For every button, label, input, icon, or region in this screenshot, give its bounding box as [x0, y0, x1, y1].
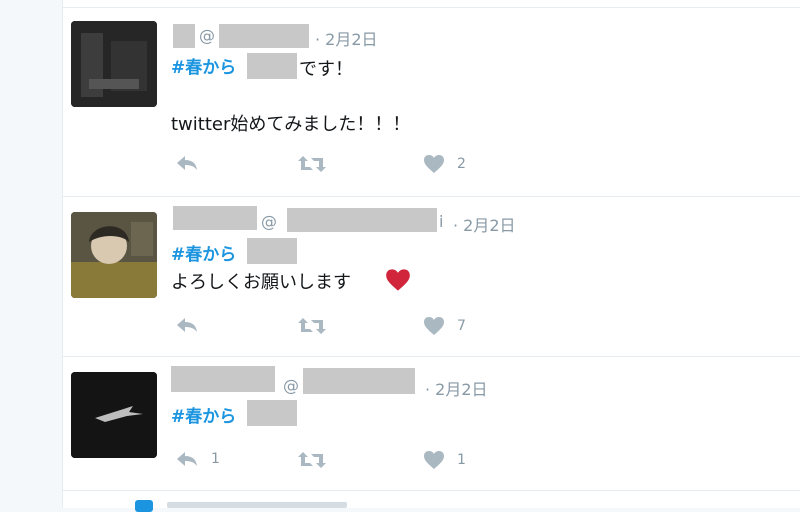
tweet-text-line1: です！	[299, 59, 353, 80]
retweet-button[interactable]	[297, 154, 339, 174]
tweet-date[interactable]: · 2月2日	[453, 212, 516, 236]
display-name-redacted	[173, 24, 195, 48]
reply-button[interactable]	[175, 154, 211, 172]
retweet-icon	[298, 156, 326, 172]
hashtag-link[interactable]: #春から	[171, 240, 236, 265]
retweet-icon	[298, 318, 326, 334]
tweet-date[interactable]: · 2月2日	[425, 376, 488, 400]
handle-prefix: @	[261, 212, 277, 231]
hashtag-link[interactable]: #春から	[171, 53, 236, 78]
tweet-1[interactable]: @ · 2月2日 #春から です！ twitter始めてみました！！！ 2	[63, 0, 800, 196]
avatar[interactable]	[71, 372, 157, 458]
like-button[interactable]: 7	[423, 316, 466, 336]
hashtag-redacted	[247, 400, 297, 426]
like-count: 7	[457, 318, 466, 334]
hashtag-link[interactable]: #春から	[171, 402, 236, 427]
reply-button[interactable]	[175, 316, 211, 334]
handle-prefix: @	[199, 26, 215, 45]
heart-icon	[424, 451, 444, 469]
reply-icon	[177, 156, 197, 170]
reply-button[interactable]: 1	[175, 450, 220, 468]
handle-prefix: @	[283, 376, 299, 395]
display-name-redacted	[173, 206, 257, 230]
handle-tail: i	[439, 212, 444, 231]
hashtag-redacted	[247, 238, 297, 264]
handle-redacted	[287, 208, 437, 232]
heart-icon	[424, 317, 444, 335]
retweet-icon	[298, 452, 326, 468]
avatar-image	[71, 212, 157, 298]
avatar-image	[71, 21, 157, 107]
handle-redacted	[219, 24, 309, 48]
timeline: @ · 2月2日 #春から です！ twitter始めてみました！！！ 2 @ …	[62, 0, 800, 512]
avatar[interactable]	[71, 212, 157, 298]
tweet-2[interactable]: @ i · 2月2日 #春から よろしくお願いします 7	[63, 196, 800, 356]
like-button[interactable]: 2	[423, 154, 466, 174]
reply-count: 1	[211, 451, 220, 467]
tweet-text-line2: よろしくお願いします	[171, 272, 351, 293]
tweet-date[interactable]: · 2月2日	[315, 26, 378, 50]
tweet-text-line2: twitter始めてみました！！！	[171, 114, 411, 135]
hashtag-redacted	[247, 53, 297, 79]
reply-icon	[177, 318, 197, 332]
next-item-icon	[135, 500, 153, 512]
like-count: 2	[457, 156, 466, 172]
handle-redacted	[303, 368, 415, 394]
like-count: 1	[457, 452, 466, 468]
avatar[interactable]	[71, 21, 157, 107]
heart-icon	[424, 155, 444, 173]
retweet-button[interactable]	[297, 316, 339, 336]
display-name-redacted	[171, 366, 275, 392]
retweet-button[interactable]	[297, 450, 339, 470]
reply-icon	[177, 452, 197, 466]
tweet-divider	[63, 490, 800, 491]
tweet-3[interactable]: @ · 2月2日 #春から 1 1	[63, 356, 800, 490]
avatar-image	[71, 372, 157, 458]
red-heart-emoji-icon	[386, 269, 410, 291]
like-button[interactable]: 1	[423, 450, 466, 470]
next-item-text-cutoff	[167, 502, 347, 508]
